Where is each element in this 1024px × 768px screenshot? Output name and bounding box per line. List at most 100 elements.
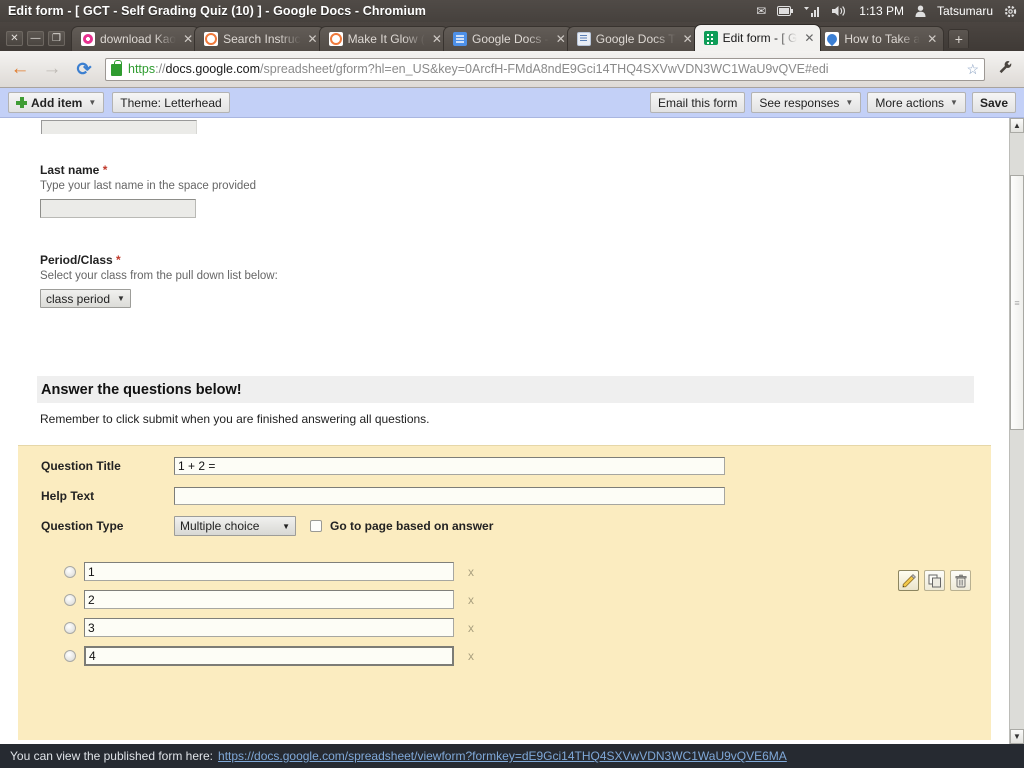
tab-close-icon[interactable]: ✕ (927, 32, 937, 46)
browser-tab-5[interactable]: Edit form - [ G ✕ (693, 24, 822, 51)
copy-icon[interactable] (924, 570, 945, 591)
question-type-select[interactable]: Multiple choice ▼ (174, 516, 296, 536)
answer-option-row: 4x (64, 646, 474, 666)
new-tab-button[interactable]: + (948, 29, 970, 48)
see-responses-label: See responses (759, 95, 840, 110)
envelope-icon[interactable]: ✉ (756, 4, 766, 18)
question-title-row: Question Title 1 + 2 = (41, 457, 725, 475)
browser-tab-3[interactable]: Google Docs - ✕ (442, 26, 573, 51)
scroll-down-arrow-icon[interactable]: ▼ (1010, 729, 1024, 744)
remove-option-icon[interactable]: x (468, 593, 474, 607)
wrench-menu-icon[interactable] (995, 60, 1015, 79)
period-class-select-value: class period (46, 291, 111, 306)
user-name[interactable]: Tatsumaru (937, 4, 993, 18)
radio-icon[interactable] (64, 621, 76, 634)
window-minimize-button[interactable]: — (27, 31, 44, 46)
add-item-button[interactable]: Add item ▼ (8, 92, 105, 113)
answer-option-input[interactable]: 4 (84, 646, 454, 666)
browser-tab-0[interactable]: download Kao ✕ (71, 26, 201, 51)
last-name-label-text: Last name (40, 163, 100, 177)
scrollbar-grip-icon: ≡ (1014, 297, 1020, 308)
form-field-period-class: Period/Class * Select your class from th… (40, 253, 278, 308)
published-form-link[interactable]: https://docs.google.com/spreadsheet/view… (218, 749, 787, 763)
radio-icon[interactable] (64, 593, 76, 606)
status-text: You can view the published form here: (10, 749, 214, 763)
system-indicators: ✉ 1:13 PM Tatsumaru (756, 4, 1024, 18)
gear-icon[interactable] (1004, 5, 1017, 18)
answer-option-row: 3x (64, 618, 474, 637)
tab-favicon-icon (328, 32, 343, 46)
radio-icon[interactable] (64, 650, 76, 662)
scroll-up-arrow-icon[interactable]: ▲ (1010, 118, 1024, 133)
question-title-label: Question Title (41, 459, 121, 473)
remove-option-icon[interactable]: x (468, 621, 474, 635)
question-title-input[interactable]: 1 + 2 = (174, 457, 725, 475)
question-type-row: Question Type Multiple choice ▼ Go to pa… (41, 516, 493, 536)
answer-option-input[interactable]: 3 (84, 618, 454, 637)
answer-option-input[interactable]: 1 (84, 562, 454, 581)
tab-close-icon[interactable]: ✕ (308, 32, 318, 46)
pencil-icon[interactable] (898, 570, 919, 591)
status-bar: You can view the published form here: ht… (0, 744, 1024, 768)
last-name-input[interactable] (40, 199, 196, 218)
chevron-down-icon: ▼ (845, 98, 854, 107)
tab-close-icon[interactable]: ✕ (432, 32, 442, 46)
plus-icon (16, 97, 27, 108)
tab-label: Search Instruc (223, 32, 301, 46)
period-class-select[interactable]: class period ▼ (40, 289, 131, 308)
tab-favicon-icon (81, 32, 95, 46)
tab-favicon-icon (452, 32, 467, 46)
form-field-last-name: Last name * Type your last name in the s… (40, 163, 256, 218)
goto-page-checkbox[interactable] (310, 520, 322, 532)
bookmark-star-icon[interactable]: ☆ (966, 61, 979, 78)
radio-icon[interactable] (64, 565, 76, 578)
tab-close-icon[interactable]: ✕ (183, 32, 193, 46)
system-clock[interactable]: 1:13 PM (859, 4, 904, 18)
theme-button[interactable]: Theme: Letterhead (112, 92, 230, 113)
scrollbar-thumb[interactable]: ≡ (1010, 175, 1024, 430)
tab-label: Google Docs T (595, 32, 676, 46)
window-close-button[interactable]: ✕ (6, 31, 23, 46)
url-separator: :// (155, 62, 166, 76)
browser-tabstrip: ✕ — ❐ download Kao ✕ Search Instruc ✕ Make I… (0, 22, 1024, 51)
section-header-text: Answer the questions below! (41, 381, 242, 398)
forward-icon[interactable]: → (41, 58, 63, 80)
user-avatar-icon (915, 5, 926, 17)
tab-favicon-icon (825, 32, 840, 46)
signal-icon[interactable] (804, 6, 820, 17)
help-text-input[interactable] (174, 487, 725, 505)
save-button[interactable]: Save (971, 92, 1016, 113)
tab-close-icon[interactable]: ✕ (556, 32, 566, 46)
see-responses-button[interactable]: See responses ▼ (751, 92, 862, 113)
tab-label: Make It Glow ( (347, 32, 425, 46)
window-maximize-button[interactable]: ❐ (48, 31, 65, 46)
theme-label: Theme: Letterhead (120, 95, 222, 110)
question-type-label: Question Type (41, 519, 124, 533)
help-text-label: Help Text (41, 489, 95, 503)
lock-icon (111, 60, 122, 76)
more-actions-button[interactable]: More actions ▼ (867, 92, 966, 113)
last-name-label: Last name * (40, 163, 256, 177)
volume-icon[interactable] (831, 5, 848, 17)
remove-option-icon[interactable]: x (468, 649, 474, 663)
tab-close-icon[interactable]: ✕ (804, 31, 814, 45)
browser-tab-2[interactable]: Make It Glow ( ✕ (318, 26, 449, 51)
browser-tab-6[interactable]: How to Take a ✕ (815, 26, 945, 51)
reload-icon[interactable]: ⟳ (73, 58, 95, 80)
browser-tab-1[interactable]: Search Instruc ✕ (194, 26, 325, 51)
chevron-down-icon: ▼ (282, 521, 290, 531)
browser-tab-4[interactable]: Google Docs T ✕ (566, 26, 700, 51)
tab-label: Google Docs - (471, 32, 549, 46)
address-bar[interactable]: https://docs.google.com/spreadsheet/gfor… (105, 57, 985, 81)
tab-close-icon[interactable]: ✕ (683, 32, 693, 46)
email-this-form-button[interactable]: Email this form (650, 92, 746, 113)
trash-icon[interactable] (950, 570, 971, 591)
answer-option-input[interactable]: 2 (84, 590, 454, 609)
back-icon[interactable]: ← (9, 58, 31, 80)
first-name-input-clipped[interactable] (41, 120, 197, 134)
tab-favicon-icon (703, 31, 718, 45)
battery-icon[interactable] (777, 6, 794, 16)
page-scrollbar[interactable]: ▲ ≡ ▼ (1009, 118, 1024, 744)
browser-navbar: ← → ⟳ https://docs.google.com/spreadshee… (0, 51, 1024, 88)
remove-option-icon[interactable]: x (468, 565, 474, 579)
